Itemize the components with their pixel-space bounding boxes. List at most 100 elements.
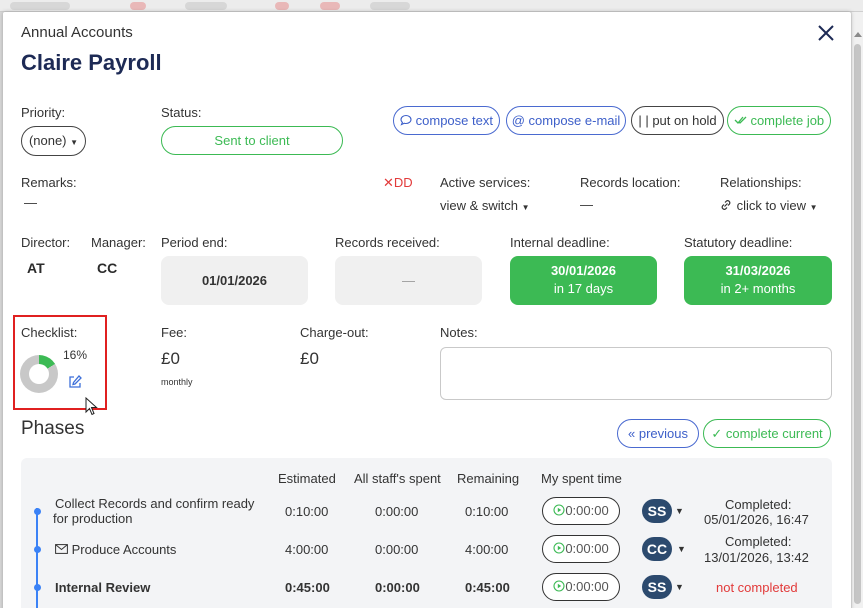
- ghost-badge: [320, 2, 340, 10]
- ghost-badge: [275, 2, 289, 10]
- internal-deadline-relative: in 17 days: [553, 281, 614, 296]
- chevron-down-icon[interactable]: ▼: [675, 582, 684, 592]
- phase-name[interactable]: Internal Review: [55, 580, 150, 595]
- internal-deadline-label: Internal deadline:: [510, 235, 610, 250]
- job-type: Annual Accounts: [21, 24, 133, 41]
- records-location-value[interactable]: —: [580, 197, 593, 212]
- compose-text-button[interactable]: compose text: [393, 106, 500, 135]
- phase-remaining: 0:10:00: [465, 504, 509, 519]
- check-icon: ✓: [711, 426, 723, 441]
- direct-debit-flag[interactable]: ✕DD: [383, 175, 413, 191]
- relationships-label: Relationships:: [720, 175, 802, 190]
- phase-remaining: 4:00:00: [465, 542, 509, 557]
- assignee-badge[interactable]: SS: [642, 499, 672, 523]
- phases-title: Phases: [21, 418, 85, 439]
- records-received-label: Records received:: [335, 235, 440, 250]
- phase-name-text: Produce Accounts: [71, 542, 177, 557]
- phase-name[interactable]: Produce Accounts: [55, 542, 176, 557]
- notes-textarea[interactable]: [440, 347, 832, 400]
- mouse-cursor-icon: [85, 396, 99, 420]
- previous-phase-button[interactable]: « previous: [617, 419, 699, 448]
- records-received-value: —: [402, 273, 415, 288]
- manager-label: Manager:: [91, 235, 146, 250]
- phase-estimated: 0:10:00: [285, 504, 329, 519]
- relationships-value: click to view: [736, 198, 806, 213]
- complete-current-button[interactable]: ✓ complete current: [703, 419, 831, 448]
- pause-icon: | |: [638, 113, 649, 128]
- phase-status: Completed:: [725, 534, 792, 549]
- chevron-down-icon[interactable]: ▼: [677, 544, 686, 554]
- period-end-box[interactable]: 01/01/2026: [161, 256, 308, 305]
- charge-out-value[interactable]: £0: [300, 349, 319, 369]
- fee-value[interactable]: £0: [161, 349, 180, 369]
- manager-initials[interactable]: CC: [97, 260, 117, 276]
- put-on-hold-button[interactable]: | | put on hold: [631, 106, 724, 135]
- active-services-value: view & switch: [440, 198, 519, 213]
- phase-name[interactable]: Collect Records and confirm ready: [55, 496, 254, 511]
- records-received-box[interactable]: —: [335, 256, 482, 305]
- fee-label: Fee:: [161, 325, 188, 340]
- scroll-up-arrow-icon[interactable]: [854, 32, 862, 37]
- envelope-icon: [55, 542, 68, 557]
- remarks-value[interactable]: —: [24, 195, 37, 210]
- priority-dropdown[interactable]: (none) ▼: [21, 126, 86, 156]
- close-icon[interactable]: [815, 24, 837, 46]
- complete-job-label: complete job: [750, 113, 825, 128]
- ghost-tab: [370, 2, 410, 10]
- phase-timer-button[interactable]: 0:00:00: [542, 573, 620, 601]
- active-services-dropdown[interactable]: view & switch ▼: [440, 198, 530, 213]
- director-initials[interactable]: AT: [27, 260, 45, 276]
- timeline-dot: [34, 546, 41, 553]
- chevron-down-icon[interactable]: ▼: [675, 506, 684, 516]
- statutory-deadline-relative: in 2+ months: [720, 281, 796, 296]
- priority-value: (none): [28, 133, 67, 148]
- phase-timeline: [36, 508, 38, 608]
- compose-email-button[interactable]: @ compose e-mail: [506, 106, 626, 135]
- client-name: Claire Payroll: [21, 50, 162, 75]
- internal-deadline-box[interactable]: 30/01/2026 in 17 days: [510, 256, 657, 305]
- previous-label: previous: [638, 426, 688, 441]
- cross-icon: ✕: [383, 175, 394, 190]
- phase-name-line2[interactable]: for production: [53, 511, 133, 526]
- relationships-dropdown[interactable]: click to view ▼: [719, 198, 818, 213]
- chevron-down-icon: ▼: [521, 203, 530, 212]
- notes-label: Notes:: [440, 325, 478, 340]
- ghost-tab: [10, 2, 70, 10]
- phase-my-time: 0:00:00: [565, 541, 609, 556]
- dd-label: DD: [393, 175, 413, 190]
- chevron-down-icon: ▼: [70, 138, 79, 147]
- assignee-badge[interactable]: CC: [642, 537, 672, 561]
- at-sign-icon: @: [511, 113, 525, 128]
- check-double-icon: [734, 113, 751, 128]
- status-button[interactable]: Sent to client: [161, 126, 343, 155]
- statutory-deadline-box[interactable]: 31/03/2026 in 2+ months: [684, 256, 832, 305]
- play-icon: [553, 579, 565, 594]
- complete-job-button[interactable]: complete job: [727, 106, 831, 135]
- ghost-tab: [185, 2, 227, 10]
- phase-estimated: 0:45:00: [285, 580, 330, 595]
- job-modal: Annual Accounts Claire Payroll Priority:…: [3, 12, 851, 608]
- director-label: Director:: [21, 235, 71, 250]
- phase-status: not completed: [716, 580, 798, 595]
- chevron-down-icon: ▼: [809, 203, 818, 212]
- column-header-all-staff-spent: All staff's spent: [354, 471, 441, 486]
- internal-deadline-date: 30/01/2026: [550, 263, 617, 278]
- phase-timer-button[interactable]: 0:00:00: [542, 497, 620, 525]
- play-icon: [553, 541, 565, 556]
- link-icon: [719, 198, 737, 213]
- compose-text-label: compose text: [415, 113, 493, 128]
- status-label: Status:: [161, 105, 202, 120]
- charge-out-label: Charge-out:: [300, 325, 369, 340]
- phase-estimated: 4:00:00: [285, 542, 329, 557]
- phase-timer-button[interactable]: 0:00:00: [542, 535, 620, 563]
- chat-bubble-icon: [400, 113, 416, 128]
- phase-my-time: 0:00:00: [565, 503, 609, 518]
- remarks-label: Remarks:: [21, 175, 77, 190]
- assignee-badge[interactable]: SS: [642, 575, 672, 599]
- background-toolbar: [0, 0, 863, 12]
- highlight-box: [13, 315, 107, 410]
- scrollbar[interactable]: [851, 12, 863, 608]
- scroll-thumb[interactable]: [854, 44, 861, 604]
- timeline-dot: [34, 508, 41, 515]
- statutory-deadline-date: 31/03/2026: [725, 263, 791, 278]
